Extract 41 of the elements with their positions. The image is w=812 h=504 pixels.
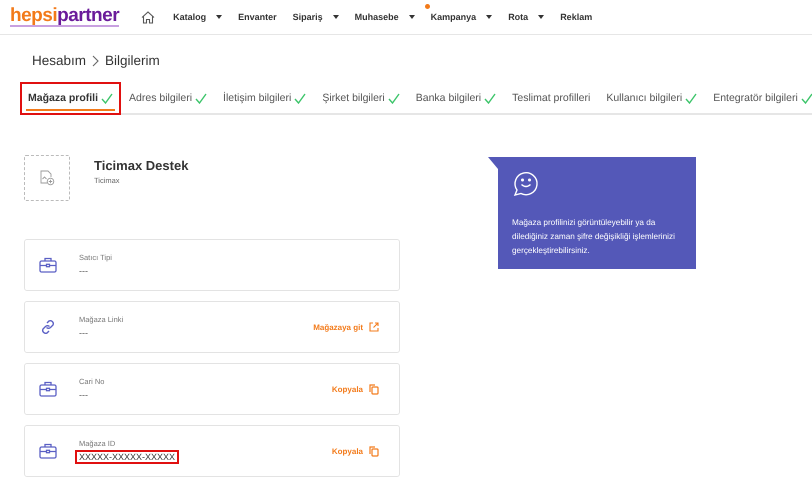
home-icon[interactable]	[141, 10, 156, 24]
caret-icon	[332, 15, 339, 19]
tab[interactable]: Adres bilgileri	[121, 82, 216, 115]
tab[interactable]: Banka bilgileri	[408, 82, 504, 115]
briefcase-icon	[39, 381, 57, 397]
briefcase-icon	[39, 443, 57, 459]
nav-item[interactable]: Sipariş	[284, 3, 347, 26]
tab[interactable]: Mağaza profili	[20, 82, 122, 115]
caret-icon	[408, 15, 415, 19]
caret-icon	[216, 15, 222, 19]
caret-icon	[486, 15, 492, 19]
nav-item[interactable]: Muhasebe	[346, 3, 423, 26]
chevron-icon	[92, 54, 100, 66]
field-value: ---	[78, 264, 89, 278]
profile-name: Ticimax Destek	[94, 158, 188, 173]
link-icon	[39, 318, 57, 336]
breadcrumb-item[interactable]: Hesabım	[32, 53, 86, 68]
nav-item[interactable]: Rota	[500, 3, 552, 26]
copy-icon	[369, 446, 379, 456]
tab[interactable]: İletişim bilgileri	[215, 82, 314, 115]
nav-item[interactable]: Envanter	[230, 3, 285, 26]
briefcase-icon	[39, 257, 57, 273]
tab[interactable]: Kullanıcı bilgileri	[598, 82, 706, 115]
field-value: XXXXX-XXXXX-XXXXX	[75, 450, 180, 464]
nav-item[interactable]: Katalog	[165, 3, 230, 26]
copy-icon	[369, 384, 379, 394]
external-link-icon	[369, 322, 379, 332]
logo: hepsipartner	[10, 7, 120, 27]
notification-dot	[424, 4, 430, 9]
nav-item[interactable]: Kampanya	[422, 3, 500, 26]
field-value: ---	[78, 388, 89, 402]
tab[interactable]: Şirket bilgileri	[314, 82, 408, 115]
add-image-icon	[39, 170, 55, 186]
smiley-chat-icon	[512, 169, 540, 197]
nav-item[interactable]: Reklam	[552, 3, 600, 26]
caret-icon	[538, 15, 544, 19]
info-text: Mağaza profilinizi görüntüleyebilir ya da dilediğiniz zaman şifre değişikliği işlemlerinizi gerçekleştirebilirsiniz.	[512, 217, 676, 257]
tab[interactable]: Entegratör bilgileri	[705, 82, 812, 115]
tab[interactable]: Teslimat profilleri	[504, 82, 598, 115]
breadcrumb-item: Bilgilerim	[105, 53, 160, 68]
field-value: ---	[78, 326, 89, 340]
